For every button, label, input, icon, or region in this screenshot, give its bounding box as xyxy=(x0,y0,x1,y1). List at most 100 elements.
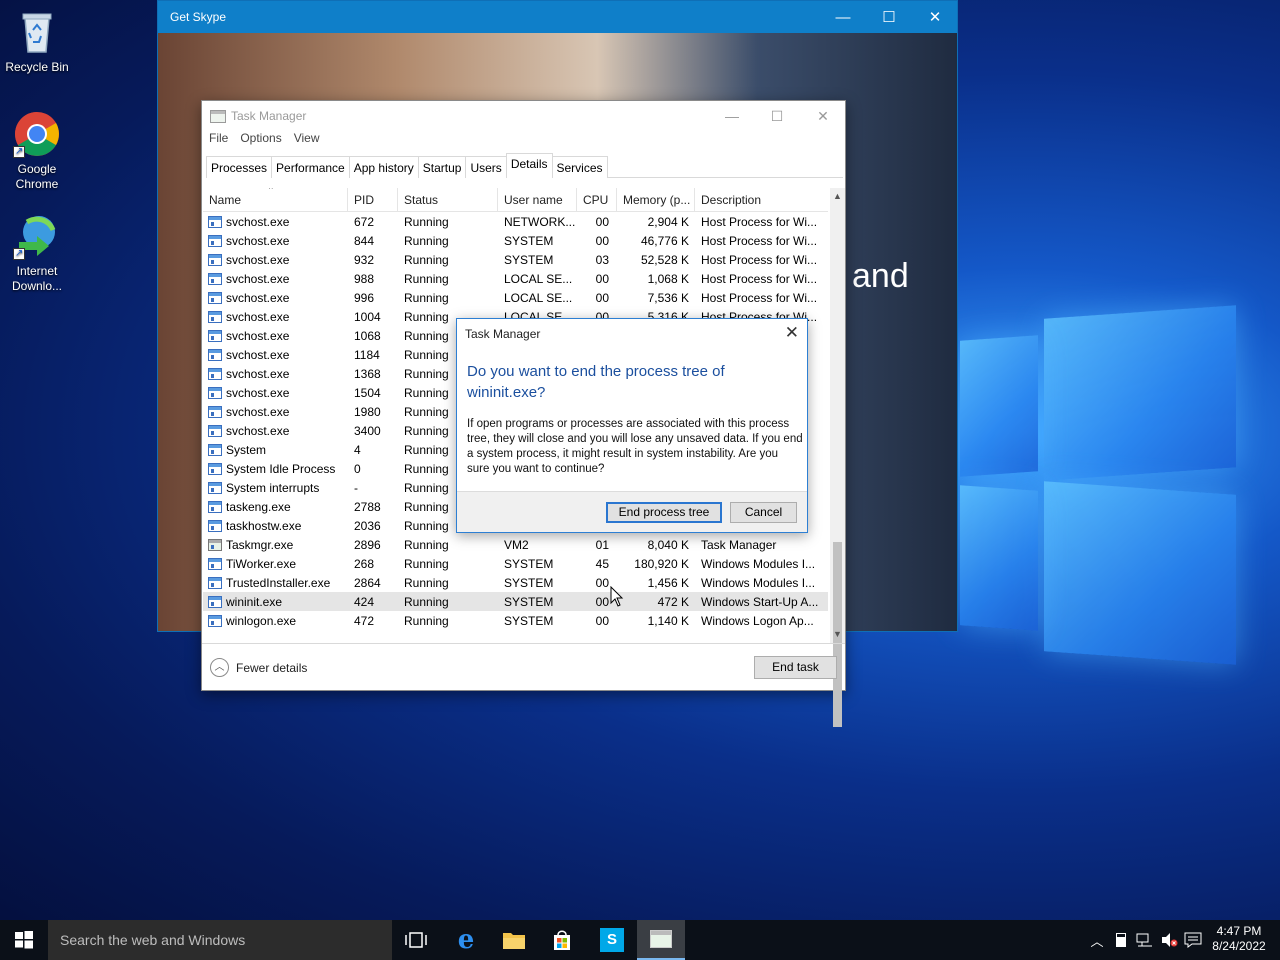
table-row[interactable]: wininit.exe 424 Running SYSTEM 00 472 K Window… xyxy=(203,592,828,611)
cell-status: Running xyxy=(404,252,449,267)
cell-pid: 2788 xyxy=(354,499,381,514)
cell-pid: 2864 xyxy=(354,575,381,590)
column-header-description[interactable]: Description xyxy=(695,188,828,211)
cell-mem: 8,040 K xyxy=(647,537,689,552)
sort-ascending-icon: ^ xyxy=(269,188,273,194)
column-header-cpu[interactable]: CPU xyxy=(577,188,617,211)
dialog-message: If open programs or processes are associ… xyxy=(467,418,803,475)
fewer-details-label: Fewer details xyxy=(236,660,308,675)
column-header-status[interactable]: Status xyxy=(398,188,498,211)
action-center-icon[interactable] xyxy=(1182,920,1204,960)
desktop-icon-google-chrome[interactable]: Google Chrome xyxy=(0,110,74,192)
tm-maximize-button[interactable]: ☐ xyxy=(754,101,800,131)
taskbar-edge-button[interactable]: e xyxy=(442,920,490,960)
column-header-user-name[interactable]: User name xyxy=(498,188,577,211)
process-name: taskhostw.exe xyxy=(226,518,302,533)
scroll-up-icon[interactable]: ▲ xyxy=(830,188,845,205)
column-header-memory[interactable]: Memory (p... xyxy=(617,188,695,211)
table-row[interactable]: TrustedInstaller.exe 2864 Running SYSTEM 00 1… xyxy=(203,573,828,592)
cell-pid: 1368 xyxy=(354,366,381,381)
cell-mem: 1,068 K xyxy=(647,271,689,286)
column-header-pid[interactable]: PID xyxy=(348,188,398,211)
table-row[interactable]: svchost.exe 996 Running LOCAL SE... 00 7,536 … xyxy=(203,288,828,307)
end-process-tree-button[interactable]: End process tree xyxy=(606,502,722,523)
dialog-footer: End process tree Cancel xyxy=(457,491,807,532)
cell-name: taskhostw.exe xyxy=(203,519,348,533)
cell-status: Running xyxy=(404,537,449,552)
tab-details[interactable]: Details xyxy=(505,153,553,178)
tm-close-button[interactable]: ✕ xyxy=(800,101,846,131)
tab-performance[interactable]: Performance xyxy=(271,156,350,178)
battery-icon[interactable] xyxy=(1110,920,1132,960)
show-hidden-icons-chevron-icon[interactable]: ︿ xyxy=(1086,920,1108,960)
task-view-icon xyxy=(405,932,427,948)
process-icon xyxy=(208,367,222,380)
table-row[interactable]: winlogon.exe 472 Running SYSTEM 00 1,140 K Win… xyxy=(203,611,828,630)
desktop-icon-label: Google xyxy=(17,162,57,176)
cell-status: Running xyxy=(404,290,449,305)
end-task-button[interactable]: End task xyxy=(754,656,837,679)
cell-cpu: 00 xyxy=(595,271,609,286)
cell-status: Running xyxy=(404,214,449,229)
process-icon xyxy=(208,386,222,399)
cell-pid: - xyxy=(354,480,358,495)
skype-maximize-button[interactable]: ☐ xyxy=(866,1,912,33)
table-row[interactable]: TiWorker.exe 268 Running SYSTEM 45 180,920 K W… xyxy=(203,554,828,573)
taskbar-store-button[interactable] xyxy=(538,920,586,960)
start-button[interactable] xyxy=(0,920,48,960)
network-icon[interactable] xyxy=(1134,920,1156,960)
menu-options[interactable]: Options xyxy=(240,131,281,151)
task-view-button[interactable] xyxy=(392,920,440,960)
taskbar-skype-button[interactable]: S xyxy=(588,920,636,960)
taskbar: Search the web and Windows e S ︿ 4:47 PM… xyxy=(0,920,1280,960)
taskbar-clock[interactable]: 4:47 PM 8/24/2022 xyxy=(1206,924,1272,954)
taskbar-file-explorer-button[interactable] xyxy=(490,920,538,960)
cell-name: svchost.exe xyxy=(203,310,348,324)
table-row[interactable]: svchost.exe 988 Running LOCAL SE... 00 1,068 … xyxy=(203,269,828,288)
tm-minimize-button[interactable]: — xyxy=(709,101,755,131)
table-row[interactable]: svchost.exe 672 Running NETWORK... 00 2,904 K… xyxy=(203,212,828,231)
menu-view[interactable]: View xyxy=(294,131,320,151)
tab-app-history[interactable]: App history xyxy=(348,156,419,178)
cell-name: System interrupts xyxy=(203,481,348,495)
dialog-close-icon[interactable]: ✕ xyxy=(785,323,799,343)
cell-user: SYSTEM xyxy=(504,575,554,590)
table-row[interactable]: svchost.exe 932 Running SYSTEM 03 52,528 K Hos… xyxy=(203,250,828,269)
cell-pid: 2896 xyxy=(354,537,381,552)
skype-partial-text: and xyxy=(852,257,909,295)
taskbar-task-manager-button[interactable] xyxy=(637,920,685,960)
process-name: System Idle Process xyxy=(226,461,336,476)
tab-startup[interactable]: Startup xyxy=(417,156,467,178)
cancel-button[interactable]: Cancel xyxy=(730,502,797,523)
tab-users[interactable]: Users xyxy=(465,156,507,178)
cell-user: SYSTEM xyxy=(504,594,554,609)
table-row[interactable]: Taskmgr.exe 2896 Running VM2 01 8,040 K Task M… xyxy=(203,535,828,554)
volume-muted-icon[interactable] xyxy=(1158,920,1180,960)
cell-user: LOCAL SE... xyxy=(504,271,573,286)
cell-cpu: 01 xyxy=(595,537,609,552)
desktop-icon-internet-download-manager[interactable]: Internet Downlo... xyxy=(0,212,74,294)
fewer-details-button[interactable]: ︿ Fewer details xyxy=(210,658,307,677)
cell-name: svchost.exe xyxy=(203,329,348,343)
column-header-name[interactable]: ^ Name xyxy=(203,188,348,211)
cell-mem: 2,904 K xyxy=(647,214,689,229)
tab-services[interactable]: Services xyxy=(551,156,608,178)
cell-desc: Windows Modules I... xyxy=(701,575,816,590)
skype-close-button[interactable]: ✕ xyxy=(912,1,958,33)
process-list-scrollbar[interactable]: ▲ ▼ xyxy=(830,188,845,727)
table-row[interactable]: svchost.exe 844 Running SYSTEM 00 46,776 K Hos… xyxy=(203,231,828,250)
cell-mem: 1,456 K xyxy=(647,575,689,590)
process-name: System interrupts xyxy=(226,480,320,495)
scroll-down-icon[interactable]: ▼ xyxy=(830,626,845,643)
cell-mem: 472 K xyxy=(657,594,689,609)
tab-processes[interactable]: Processes xyxy=(206,156,273,178)
taskbar-search-box[interactable]: Search the web and Windows xyxy=(48,920,392,960)
cell-mem: 1,140 K xyxy=(647,613,689,628)
folder-icon xyxy=(503,933,525,949)
menu-file[interactable]: File xyxy=(209,131,228,151)
cell-cpu: 00 xyxy=(595,233,609,248)
cell-name: TrustedInstaller.exe xyxy=(203,576,348,590)
skype-minimize-button[interactable]: — xyxy=(820,1,866,33)
desktop-icon-recycle-bin[interactable]: Recycle Bin xyxy=(0,8,74,75)
cell-cpu: 00 xyxy=(595,290,609,305)
